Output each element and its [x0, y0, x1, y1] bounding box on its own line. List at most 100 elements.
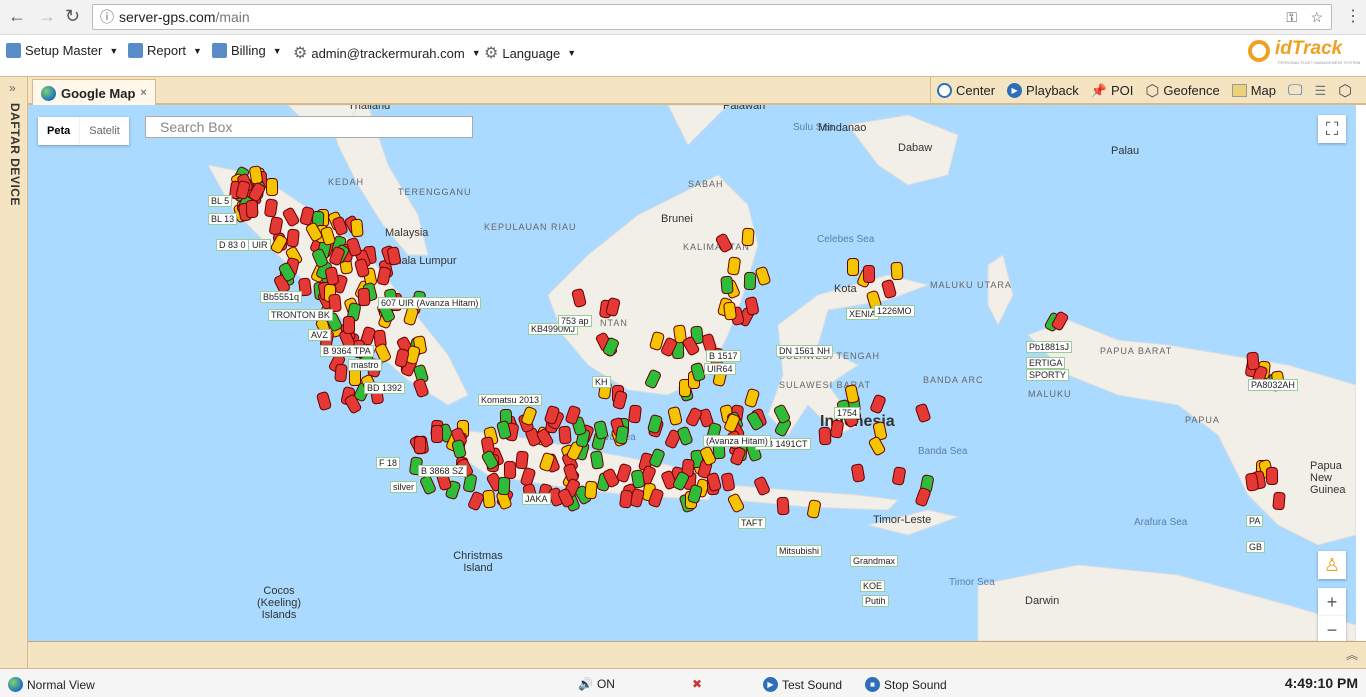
- vehicle-label[interactable]: Putih: [862, 595, 889, 607]
- vehicle-car-icon[interactable]: [350, 218, 364, 238]
- layout-icon[interactable]: ☰: [1314, 83, 1326, 99]
- vehicle-car-icon[interactable]: [627, 404, 642, 424]
- back-icon[interactable]: ←: [8, 6, 26, 27]
- geofence-button[interactable]: ⬡ Geofence: [1145, 81, 1219, 101]
- pegman-icon[interactable]: ♙: [1318, 551, 1346, 579]
- star-icon[interactable]: ☆: [1310, 5, 1323, 29]
- vehicle-label[interactable]: BL 13: [208, 213, 238, 225]
- vehicle-car-icon[interactable]: [589, 450, 605, 471]
- vehicle-label[interactable]: 607 UIR (Avanza Hitam): [378, 297, 482, 309]
- vehicle-car-icon[interactable]: [619, 488, 634, 509]
- vehicle-label[interactable]: BD 1392: [364, 382, 406, 394]
- vehicle-car-icon[interactable]: [890, 261, 904, 280]
- vehicle-car-icon[interactable]: [743, 272, 757, 291]
- vehicle-car-icon[interactable]: [818, 426, 832, 446]
- menu-setup-master[interactable]: Setup Master ▼: [6, 43, 118, 58]
- vehicle-car-icon[interactable]: [266, 177, 279, 197]
- normal-view-button[interactable]: Normal View: [8, 677, 95, 692]
- vehicle-car-icon[interactable]: [1271, 491, 1286, 511]
- vehicle-car-icon[interactable]: [726, 256, 742, 276]
- expand-icon[interactable]: »: [9, 81, 16, 95]
- vehicle-label[interactable]: B 3868 SZ: [418, 465, 467, 477]
- map-type-peta[interactable]: Peta: [38, 117, 79, 145]
- vehicle-car-icon[interactable]: [414, 435, 427, 454]
- vehicle-label[interactable]: PA: [1246, 515, 1264, 527]
- vehicle-label[interactable]: Komatsu 2013: [478, 394, 543, 406]
- vehicle-label[interactable]: D 83 0: [216, 239, 249, 251]
- menu-language[interactable]: ⚙ Language ▼: [484, 43, 576, 63]
- vehicle-car-icon[interactable]: [334, 363, 348, 383]
- hexagon-icon[interactable]: ⬡: [1338, 81, 1352, 101]
- device-list-panel[interactable]: » DAFTAR DEVICE: [0, 76, 28, 668]
- vehicle-label[interactable]: B 1517: [706, 350, 741, 362]
- search-input[interactable]: Search Box: [145, 116, 473, 138]
- vehicle-label[interactable]: 753 ap: [558, 315, 592, 327]
- vehicle-car-icon[interactable]: [515, 450, 530, 470]
- vehicle-label[interactable]: BL 5: [208, 195, 233, 207]
- vehicle-car-icon[interactable]: [497, 477, 511, 496]
- vehicle-car-icon[interactable]: [723, 300, 738, 321]
- vehicle-car-icon[interactable]: [482, 489, 496, 509]
- map-type-satelit[interactable]: Satelit: [79, 117, 129, 145]
- test-sound-button[interactable]: ▶ Test Sound: [763, 677, 842, 692]
- vehicle-label[interactable]: Pb1881sJ: [1026, 341, 1073, 353]
- vehicle-car-icon[interactable]: [719, 275, 734, 295]
- vehicle-label[interactable]: F 18: [376, 457, 401, 469]
- sound-toggle[interactable]: 🔊 ON: [578, 677, 615, 691]
- vehicle-label[interactable]: KOE: [860, 580, 886, 592]
- vehicle-label[interactable]: 1754: [834, 407, 861, 419]
- zoom-in-button[interactable]: +: [1318, 588, 1346, 616]
- tab-google-map[interactable]: Google Map ×: [32, 79, 156, 106]
- vehicle-label[interactable]: 1226MO: [874, 305, 915, 317]
- vehicle-label[interactable]: (Avanza Hitam): [703, 435, 771, 447]
- vehicle-label[interactable]: B 9364 TPA: [320, 345, 374, 357]
- google-map[interactable]: Thailand Palawan Sulu Sea Mindanao Dabaw Pala…: [28, 105, 1356, 641]
- vehicle-car-icon[interactable]: [357, 287, 371, 306]
- vehicle-label[interactable]: JAKA: [522, 493, 551, 505]
- stop-sound-button[interactable]: ■ Stop Sound: [865, 677, 947, 692]
- vehicle-label[interactable]: mastro: [348, 359, 382, 371]
- menu-account[interactable]: ⚙ admin@trackermurah.com ▼: [293, 43, 481, 63]
- browser-menu-icon[interactable]: ⋮: [1345, 6, 1361, 26]
- vehicle-car-icon[interactable]: [741, 228, 755, 247]
- center-button[interactable]: Center: [937, 83, 995, 98]
- vehicle-label[interactable]: Bb5551q: [260, 291, 303, 303]
- vehicle-label[interactable]: UIR64: [704, 363, 736, 375]
- vehicle-label[interactable]: SPORTY: [1026, 369, 1069, 381]
- vehicle-car-icon[interactable]: [862, 264, 876, 283]
- vehicle-car-icon[interactable]: [285, 228, 300, 248]
- tools-icon[interactable]: ✖: [692, 677, 702, 691]
- fullscreen-icon[interactable]: ⛶: [1318, 115, 1346, 143]
- vehicle-label[interactable]: TAFT: [738, 517, 766, 529]
- vehicle-car-icon[interactable]: [846, 257, 859, 276]
- vehicle-car-icon[interactable]: [1246, 351, 1260, 371]
- vehicle-label[interactable]: ERTIGA: [1026, 357, 1066, 369]
- vehicle-label[interactable]: GB: [1246, 541, 1266, 553]
- close-tab-icon[interactable]: ×: [140, 87, 146, 99]
- vehicle-car-icon[interactable]: [558, 425, 573, 445]
- vehicle-label[interactable]: AVZ: [308, 329, 331, 341]
- zoom-out-button[interactable]: −: [1318, 616, 1346, 641]
- poi-button[interactable]: 📌 POI: [1091, 83, 1134, 99]
- vehicle-label[interactable]: KH: [592, 376, 611, 388]
- reload-icon[interactable]: ↻: [65, 6, 80, 27]
- vehicle-car-icon[interactable]: [584, 480, 598, 500]
- forward-icon[interactable]: →: [38, 6, 56, 27]
- vehicle-label[interactable]: Mitsubishi: [776, 545, 823, 557]
- vehicle-label[interactable]: TRONTON BK: [268, 309, 333, 321]
- vehicle-label[interactable]: PA8032AH: [1248, 379, 1298, 391]
- vehicle-label[interactable]: silver: [390, 481, 418, 493]
- vehicle-car-icon[interactable]: [1265, 466, 1279, 486]
- expand-up-icon[interactable]: ︽: [1346, 646, 1358, 663]
- vehicle-label[interactable]: DN 1561 NH: [776, 345, 834, 357]
- menu-billing[interactable]: Billing ▼: [212, 43, 282, 58]
- vehicle-label[interactable]: Grandmax: [850, 555, 899, 567]
- map-button[interactable]: Map: [1231, 83, 1276, 98]
- address-bar[interactable]: ⓘ server-gps.com/main ⚿ ☆: [92, 4, 1332, 30]
- key-icon[interactable]: ⚿: [1286, 5, 1297, 29]
- playback-button[interactable]: ▶ Playback: [1007, 83, 1079, 98]
- vehicle-car-icon[interactable]: [245, 199, 259, 219]
- vehicle-car-icon[interactable]: [431, 424, 444, 443]
- monitor-icon[interactable]: 🖵: [1288, 82, 1302, 99]
- vehicle-car-icon[interactable]: [343, 316, 356, 335]
